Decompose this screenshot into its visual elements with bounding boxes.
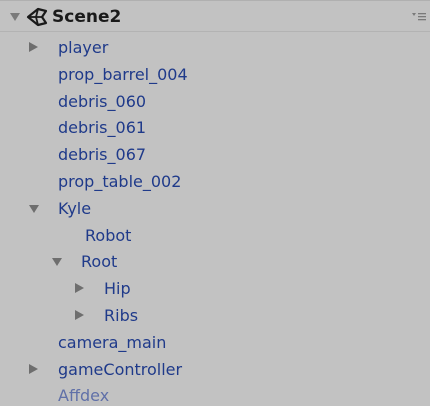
hierarchy-item-label: Kyle — [58, 198, 92, 218]
hierarchy-item-label: prop_table_002 — [58, 171, 182, 191]
hierarchy-item[interactable]: prop_table_002 — [0, 168, 430, 195]
hierarchy-item[interactable]: debris_067 — [0, 141, 430, 168]
hierarchy-item-label: debris_067 — [58, 145, 147, 165]
hierarchy-item-label: Ribs — [104, 305, 139, 325]
hierarchy-item[interactable]: prop_barrel_004 — [0, 61, 430, 88]
hierarchy-item[interactable]: Hip — [0, 275, 430, 302]
foldout-collapsed-icon[interactable] — [75, 283, 84, 294]
scene-foldout-arrow-icon[interactable] — [10, 13, 20, 21]
hierarchy-item[interactable]: debris_061 — [0, 114, 430, 141]
hierarchy-item[interactable]: Root — [0, 248, 430, 275]
hierarchy-item[interactable]: player — [0, 34, 430, 61]
hierarchy-panel: Scene2 player prop_barrel_004 debris_060de… — [0, 0, 430, 406]
hierarchy-tree: player prop_barrel_004 debris_060 debris_06… — [0, 34, 430, 409]
hierarchy-item[interactable]: gameController — [0, 356, 430, 383]
foldout-expanded-icon[interactable] — [29, 204, 39, 213]
hierarchy-item[interactable]: Affdex — [0, 382, 430, 409]
hierarchy-item-label: Root — [81, 252, 118, 272]
hierarchy-item-label: debris_061 — [58, 118, 147, 138]
hierarchy-item[interactable]: Kyle — [0, 195, 430, 222]
hierarchy-item-label: player — [58, 38, 109, 57]
foldout-collapsed-icon[interactable] — [29, 363, 38, 374]
scene-header[interactable]: Scene2 — [0, 0, 430, 32]
foldout-expanded-icon[interactable] — [52, 258, 62, 267]
options-menu-icon[interactable] — [412, 11, 426, 23]
hierarchy-item-label: Robot — [85, 225, 132, 245]
hierarchy-item-label: camera_main — [58, 332, 167, 352]
scene-title: Scene2 — [52, 7, 122, 27]
hierarchy-item[interactable]: debris_060 — [0, 88, 430, 115]
hierarchy-item[interactable]: camera_main — [0, 329, 430, 356]
hierarchy-item-label: Affdex — [58, 386, 110, 406]
unity-scene-icon — [26, 7, 48, 27]
hierarchy-item-label: gameController — [58, 359, 183, 379]
hierarchy-item-label: Hip — [104, 279, 131, 299]
hierarchy-item[interactable]: Robot — [0, 222, 430, 249]
foldout-collapsed-icon[interactable] — [75, 309, 84, 320]
hierarchy-item[interactable]: Ribs — [0, 302, 430, 329]
hierarchy-item-label: prop_barrel_004 — [58, 64, 188, 84]
panel-edge — [430, 0, 438, 408]
foldout-collapsed-icon[interactable] — [29, 42, 38, 52]
hierarchy-item-label: debris_060 — [58, 91, 147, 111]
